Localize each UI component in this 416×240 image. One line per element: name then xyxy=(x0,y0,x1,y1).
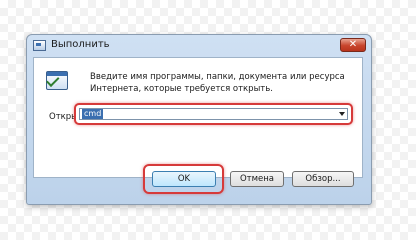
open-input-value[interactable]: cmd xyxy=(82,109,104,119)
dialog-title: Выполнить xyxy=(51,39,110,50)
run-program-icon xyxy=(46,71,68,90)
ok-button[interactable]: OK xyxy=(152,171,216,187)
close-icon: ✕ xyxy=(348,39,358,50)
description-text: Введите имя программы, папки, документа … xyxy=(90,72,345,94)
open-combobox[interactable]: cmd xyxy=(79,108,348,120)
cancel-button[interactable]: Отмена xyxy=(230,171,284,187)
dialog-content: Введите имя программы, папки, документа … xyxy=(33,57,363,178)
input-highlight: cmd xyxy=(74,103,353,125)
close-button[interactable]: ✕ xyxy=(340,38,366,52)
browse-button[interactable]: Обзор... xyxy=(292,171,354,187)
dropdown-arrow-icon[interactable] xyxy=(339,112,345,116)
run-window-icon xyxy=(33,40,46,51)
title-bar[interactable]: Выполнить ✕ xyxy=(27,35,371,57)
